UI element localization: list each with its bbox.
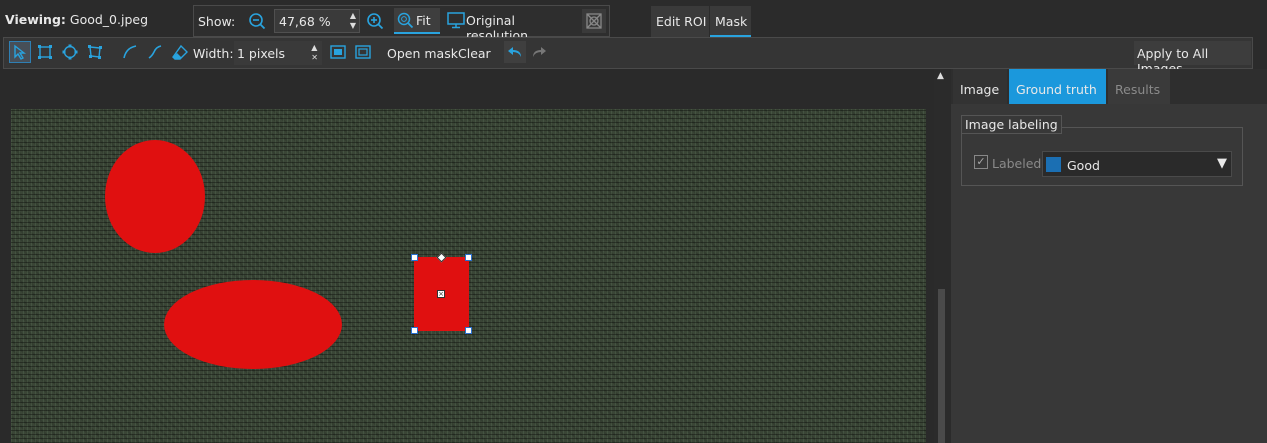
fabric-image[interactable]: × — [11, 109, 926, 443]
overlay-toggle-icon[interactable] — [582, 9, 606, 33]
image-labeling-title: Image labeling — [961, 115, 1062, 134]
ground-truth-panel: ✓ Labeled: Image labeling Good ▼ — [951, 104, 1267, 443]
monitor-icon — [447, 12, 465, 32]
resize-handle-br[interactable] — [465, 327, 472, 334]
redo-icon — [533, 47, 546, 57]
zoom-controls: Show: 47,68 % ▲ ▼ Fit Original resolution — [193, 5, 610, 43]
line-icon — [123, 45, 137, 59]
resize-handle-bl[interactable] — [411, 327, 418, 334]
width-stepper-icon[interactable]: ▲ ✕ — [311, 43, 318, 63]
outline-rect-icon — [355, 45, 371, 59]
zoom-input[interactable]: 47,68 % ▲ ▼ — [274, 9, 360, 33]
label-select-value: Good — [1067, 158, 1100, 173]
canvas-area[interactable]: × — [0, 69, 934, 443]
width-label: Width: — [193, 46, 234, 61]
zoom-value: 47,68 % — [279, 14, 331, 29]
tab-edit-roi-label: Edit ROI — [656, 14, 707, 29]
fill-rect-tool[interactable] — [327, 41, 349, 63]
top-bar: Viewing: Good_0.jpeg Show: 47,68 % ▲ ▼ Fi… — [0, 0, 1267, 43]
resize-handle-tr[interactable] — [465, 254, 472, 261]
tab-edit-roi[interactable]: Edit ROI — [651, 6, 709, 37]
tab-mask[interactable]: Mask — [710, 6, 751, 37]
redo-button[interactable] — [528, 41, 550, 63]
label-color-swatch — [1046, 157, 1061, 172]
eraser-icon — [172, 44, 188, 60]
viewing-info: Viewing: Good_0.jpeg — [5, 12, 148, 27]
original-resolution-button[interactable]: Original resolution — [446, 8, 580, 43]
scroll-up-icon[interactable]: ▲ — [937, 71, 944, 81]
tab-image-label: Image — [960, 82, 1000, 97]
mask-ellipse-2[interactable] — [164, 280, 342, 369]
polygon-tool[interactable] — [84, 41, 106, 63]
show-label: Show: — [198, 14, 236, 29]
undo-button[interactable] — [504, 41, 526, 63]
dropdown-arrow-icon[interactable]: ▼ — [1217, 156, 1227, 171]
apply-to-all-button[interactable]: Apply to All Images — [1134, 41, 1251, 76]
mask-toolbar: Width: 1 pixels ▲ ✕ Open mask Clear Apply… — [3, 37, 1253, 76]
vertical-scrollbar[interactable]: ▲ — [934, 69, 949, 443]
undo-icon — [508, 47, 521, 57]
clear-button[interactable]: Clear — [458, 46, 491, 61]
width-value: 1 pixels — [237, 46, 286, 61]
polygon-icon — [88, 45, 102, 59]
ellipse-icon — [62, 44, 78, 60]
zoom-in-icon[interactable] — [363, 9, 387, 33]
resize-handle-tl[interactable] — [411, 254, 418, 261]
zoom-out-icon[interactable] — [245, 9, 269, 33]
tab-results-label: Results — [1115, 82, 1161, 97]
tab-image[interactable]: Image — [953, 69, 1007, 104]
curve-icon — [148, 45, 162, 59]
outline-rect-tool[interactable] — [352, 41, 374, 63]
select-tool[interactable] — [9, 41, 31, 63]
rectangle-tool[interactable] — [34, 41, 56, 63]
fit-icon — [397, 12, 414, 32]
fit-label: Fit — [416, 13, 431, 28]
width-input[interactable]: 1 pixels ▲ ✕ — [234, 41, 322, 65]
fit-button[interactable]: Fit — [394, 8, 440, 34]
ellipse-tool[interactable] — [59, 41, 81, 63]
zoom-stepper-icon[interactable]: ▲ ▼ — [350, 11, 356, 31]
select-icon — [14, 44, 27, 60]
rectangle-icon — [38, 45, 52, 59]
fill-rect-icon — [330, 45, 346, 59]
curve-tool[interactable] — [144, 41, 166, 63]
filename: Good_0.jpeg — [69, 12, 149, 27]
open-mask-button[interactable]: Open mask — [387, 46, 458, 61]
labeled-checkbox[interactable]: ✓ — [974, 155, 988, 169]
tab-ground-truth[interactable]: Ground truth — [1009, 69, 1106, 104]
labeled-label: Labeled: — [992, 156, 1046, 171]
line-tool[interactable] — [119, 41, 141, 63]
eraser-tool[interactable] — [169, 41, 191, 63]
viewing-label: Viewing: — [5, 12, 66, 27]
scroll-thumb[interactable] — [938, 289, 945, 443]
move-center-icon[interactable]: × — [437, 290, 445, 298]
tab-mask-label: Mask — [715, 14, 748, 29]
tab-results[interactable]: Results — [1108, 69, 1170, 104]
right-panel: Image Ground truth Results ✓ Labeled: Im… — [951, 69, 1267, 443]
label-select[interactable]: Good ▼ — [1042, 151, 1232, 177]
tab-ground-truth-label: Ground truth — [1016, 82, 1097, 97]
mask-ellipse-1[interactable] — [105, 140, 205, 253]
